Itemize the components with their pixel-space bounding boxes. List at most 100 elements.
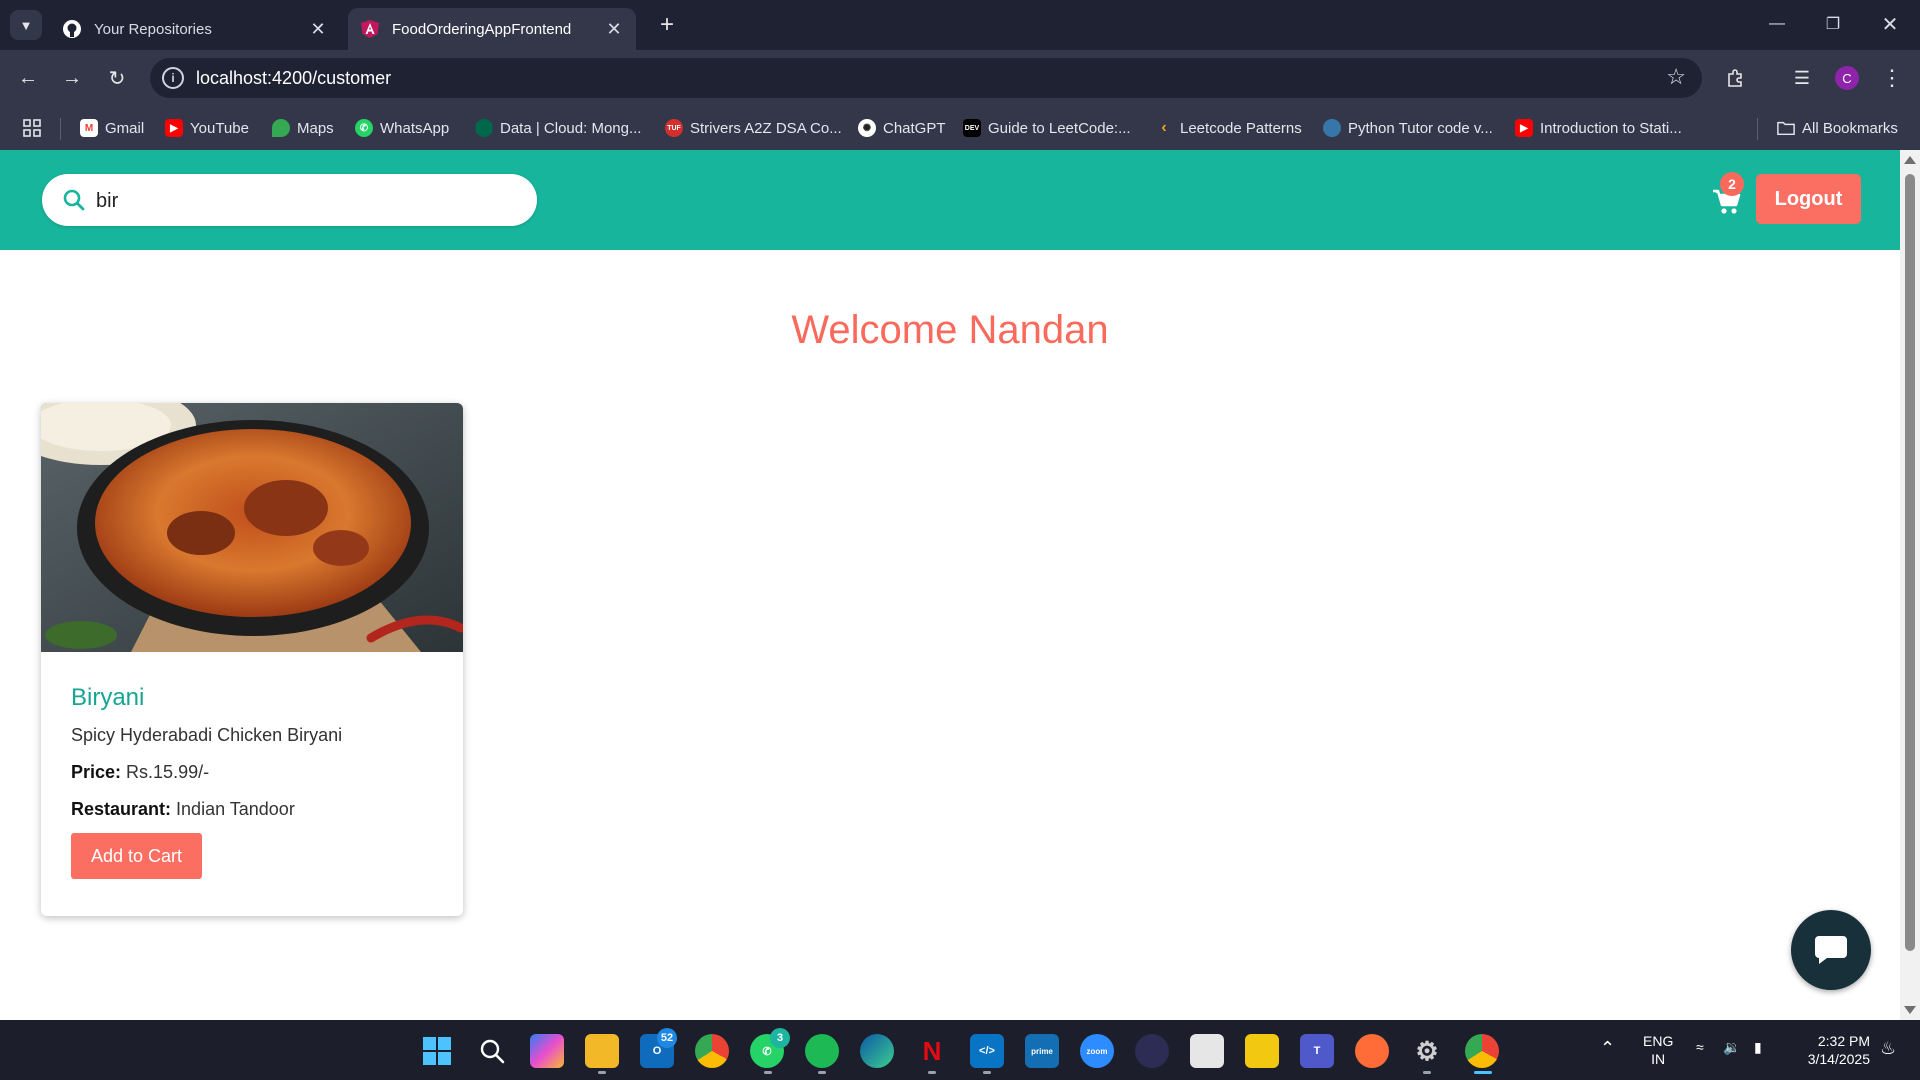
bookmark-maps[interactable]: Maps	[272, 116, 334, 140]
chrome-icon[interactable]	[695, 1034, 729, 1068]
chat-button[interactable]	[1791, 910, 1871, 990]
maps-icon	[272, 119, 290, 137]
media-control-icon[interactable]: ☰	[1786, 62, 1818, 94]
tab-search-button[interactable]: ▼	[10, 10, 42, 40]
forward-icon[interactable]: →	[56, 62, 88, 94]
bookmark-leetcode-guide[interactable]: DEV Guide to LeetCode:...	[963, 116, 1131, 140]
close-icon[interactable]: ✕	[308, 19, 328, 40]
snipping-tool-icon[interactable]	[1190, 1034, 1224, 1068]
prime-video-icon[interactable]: prime	[1025, 1034, 1059, 1068]
volume-icon[interactable]: 🔉	[1723, 1039, 1740, 1056]
windows-start-icon[interactable]	[420, 1034, 454, 1068]
bookmark-python-tutor[interactable]: Python Tutor code v...	[1323, 116, 1493, 140]
food-price: Price: Rs.15.99/-	[71, 762, 209, 783]
page-viewport: 2 Logout Welcome Nandan	[0, 150, 1900, 1020]
postman-icon[interactable]	[1355, 1034, 1389, 1068]
bookmark-youtube[interactable]: ▶ YouTube	[165, 116, 249, 140]
search-input[interactable]	[94, 184, 518, 218]
bookmark-label: Python Tutor code v...	[1348, 119, 1493, 137]
running-indicator	[983, 1071, 991, 1074]
close-window-icon[interactable]: ✕	[1870, 8, 1910, 40]
site-info-icon[interactable]: i	[162, 67, 184, 89]
zoom-icon[interactable]: zoom	[1080, 1034, 1114, 1068]
tuf-icon: TUF	[665, 119, 683, 137]
browser-tab-strip: ▼ Your Repositories ✕ FoodOrderingAppFro…	[0, 0, 1920, 50]
region-code: IN	[1651, 1051, 1666, 1067]
profile-avatar[interactable]: C	[1835, 66, 1859, 90]
chrome-profile-icon[interactable]	[1465, 1034, 1499, 1068]
bookmark-chatgpt[interactable]: ✺ ChatGPT	[858, 116, 946, 140]
bookmark-label: Gmail	[105, 119, 145, 137]
food-image	[41, 403, 463, 652]
close-icon[interactable]: ✕	[604, 19, 624, 40]
wifi-icon[interactable]: ≈	[1696, 1039, 1704, 1055]
mongodb-icon	[475, 119, 493, 137]
windows-taskbar: O 52 ✆ 3 N </> prime zoom T ⚙ ⌃ ENG IN ≈…	[0, 1020, 1920, 1080]
new-tab-button[interactable]: +	[652, 10, 682, 40]
page-scrollbar[interactable]	[1900, 150, 1920, 1020]
all-bookmarks-button[interactable]: All Bookmarks	[1777, 116, 1898, 140]
logout-button[interactable]: Logout	[1756, 174, 1861, 224]
cart-count-badge: 2	[1720, 172, 1744, 196]
bookmark-leetcode-patterns[interactable]: ‹ Leetcode Patterns	[1155, 116, 1301, 140]
clock-date: 3/14/2025	[1807, 1051, 1870, 1067]
url-text[interactable]: localhost:4200/customer	[196, 68, 391, 89]
address-bar[interactable]: i localhost:4200/customer ☆	[150, 58, 1702, 98]
bookmark-label: All Bookmarks	[1802, 119, 1898, 137]
running-indicator	[1423, 1071, 1431, 1074]
search-icon[interactable]	[475, 1034, 509, 1068]
extensions-icon[interactable]	[1720, 62, 1752, 94]
bookmark-mongodb[interactable]: Data | Cloud: Mong...	[475, 116, 641, 140]
eclipse-icon[interactable]	[1135, 1034, 1169, 1068]
running-indicator	[818, 1071, 826, 1074]
vscode-icon[interactable]: </>	[970, 1034, 1004, 1068]
file-explorer-icon[interactable]	[585, 1034, 619, 1068]
youtube-icon: ▶	[1515, 119, 1533, 137]
back-icon[interactable]: ←	[12, 62, 44, 94]
scroll-up-arrow-icon[interactable]	[1904, 156, 1916, 164]
spotify-icon[interactable]	[805, 1034, 839, 1068]
clock[interactable]: 2:32 PM 3/14/2025	[1790, 1032, 1870, 1068]
running-indicator	[928, 1071, 936, 1074]
show-hidden-icons-icon[interactable]: ⌃	[1600, 1038, 1615, 1059]
netflix-icon[interactable]: N	[915, 1034, 949, 1068]
teams-icon[interactable]: T	[1300, 1034, 1334, 1068]
settings-gear-icon[interactable]: ⚙	[1410, 1034, 1444, 1068]
power-bi-icon[interactable]	[1245, 1034, 1279, 1068]
bookmark-label: YouTube	[190, 119, 249, 137]
restore-icon[interactable]: ❐	[1813, 8, 1853, 40]
add-to-cart-button[interactable]: Add to Cart	[71, 833, 202, 879]
scrollbar-thumb[interactable]	[1905, 174, 1915, 951]
language-code: ENG	[1643, 1033, 1674, 1049]
edge-icon[interactable]	[860, 1034, 894, 1068]
bookmark-whatsapp[interactable]: ✆ WhatsApp	[355, 116, 449, 140]
restaurant-label: Restaurant:	[71, 799, 172, 819]
dev-icon: DEV	[963, 119, 981, 137]
gmail-icon: M	[80, 119, 98, 137]
whatsapp-icon: ✆	[355, 119, 373, 137]
bookmark-label: Introduction to Stati...	[1540, 119, 1682, 137]
copilot-icon[interactable]	[530, 1034, 564, 1068]
bookmark-strivers[interactable]: TUF Strivers A2Z DSA Co...	[665, 116, 842, 140]
tab-food-ordering-app[interactable]: FoodOrderingAppFrontend ✕	[348, 8, 636, 50]
bookmark-label: Data | Cloud: Mong...	[500, 119, 642, 137]
apps-grid-icon[interactable]	[22, 116, 42, 140]
youtube-icon: ▶	[165, 119, 183, 137]
tab-your-repositories[interactable]: Your Repositories ✕	[50, 8, 340, 50]
bookmark-statistics[interactable]: ▶ Introduction to Stati...	[1515, 116, 1682, 140]
search-box[interactable]	[42, 174, 537, 226]
notifications-bell-icon[interactable]: ♨	[1880, 1038, 1896, 1059]
leetcode-icon: ‹	[1161, 119, 1167, 136]
minimize-icon[interactable]: —	[1757, 8, 1797, 40]
battery-icon[interactable]: ▮	[1754, 1039, 1762, 1056]
menu-kebab-icon[interactable]: ⋮	[1876, 62, 1908, 94]
app-header: 2 Logout	[0, 150, 1900, 250]
folder-icon	[1777, 119, 1795, 137]
price-label: Price:	[71, 762, 122, 782]
language-indicator[interactable]: ENG IN	[1643, 1032, 1673, 1068]
chevron-down-icon: ▼	[19, 17, 33, 33]
bookmark-gmail[interactable]: M Gmail	[80, 116, 144, 140]
reload-icon[interactable]: ↻	[101, 62, 133, 94]
scroll-down-arrow-icon[interactable]	[1904, 1006, 1916, 1014]
bookmark-star-icon[interactable]: ☆	[1666, 64, 1686, 90]
